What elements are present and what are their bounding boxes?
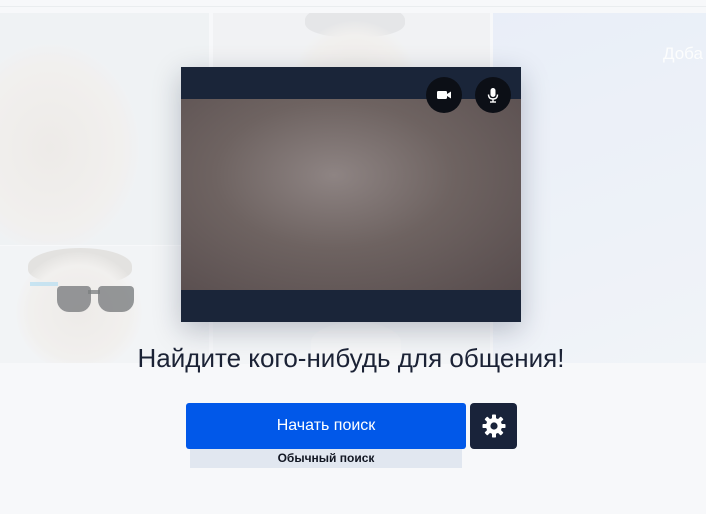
microphone-icon [484, 86, 502, 104]
search-mode-label: Обычный поиск [190, 449, 462, 468]
start-search-button[interactable]: Начать поиск [186, 403, 466, 449]
gear-icon [481, 413, 507, 439]
microphone-toggle-button[interactable] [475, 77, 511, 113]
page: Доба Найдите кого-нибудь для общения! На… [0, 0, 706, 514]
video-camera-icon [435, 86, 453, 104]
camera-feed [181, 99, 521, 290]
settings-button[interactable] [470, 403, 517, 449]
page-headline: Найдите кого-нибудь для общения! [137, 343, 565, 373]
camera-toggle-button[interactable] [426, 77, 462, 113]
camera-preview [181, 67, 521, 322]
